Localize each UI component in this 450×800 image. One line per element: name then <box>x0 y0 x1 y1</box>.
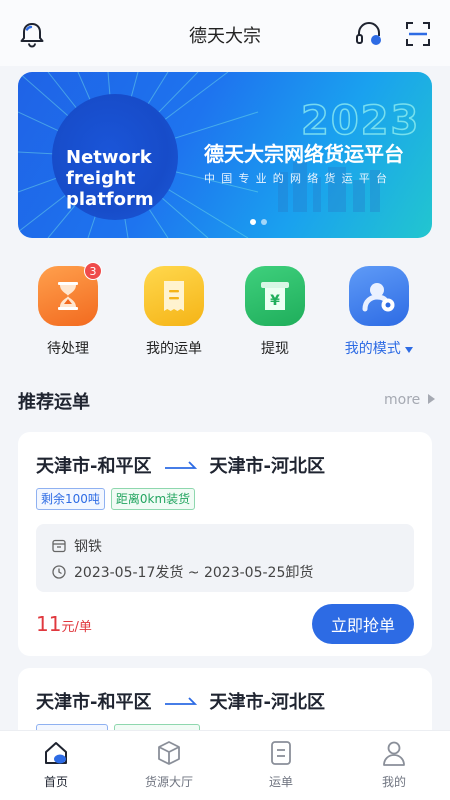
document-icon <box>271 741 291 765</box>
quick-my-waybills[interactable]: 我的运单 <box>134 266 214 358</box>
app-header: 德天大宗 <box>0 0 450 66</box>
tab-waybill-label: 运单 <box>268 775 293 789</box>
order-route: 天津市-和平区 天津市-河北区 <box>36 688 325 714</box>
quick-my-mode[interactable]: 我的模式 <box>339 266 419 358</box>
clock-icon <box>52 565 66 579</box>
tab-home[interactable]: 首页 <box>11 739 101 790</box>
route-arrow-icon <box>165 697 198 705</box>
tab-mine-label: 我的 <box>381 775 406 789</box>
schedule-row: 2023-05-17发货 ~ 2023-05-25卸货 <box>52 562 313 582</box>
route-origin: 天津市-和平区 <box>36 692 152 713</box>
waybill-icon <box>144 266 204 326</box>
banner-subtitle: 中国专业的网络货运平台 <box>204 172 394 185</box>
badge-line-2: freight <box>66 168 136 189</box>
route-destination: 天津市-河北区 <box>209 692 325 713</box>
carousel-dot[interactable] <box>250 219 256 225</box>
home-icon <box>45 742 67 764</box>
chevron-down-icon <box>405 347 414 353</box>
my-mode-text: 我的模式 <box>344 341 401 357</box>
tab-home-label: 首页 <box>43 775 68 789</box>
scan-icon[interactable] <box>404 20 432 48</box>
box-icon <box>158 741 180 765</box>
order-price: 11元/单 <box>36 612 92 636</box>
quick-my-waybills-label: 我的运单 <box>146 341 202 357</box>
price-unit: 元/单 <box>61 620 92 635</box>
carousel-indicator <box>250 219 267 225</box>
quick-pending[interactable]: 3 待处理 <box>28 262 108 358</box>
more-link[interactable]: more <box>384 392 435 408</box>
person-icon <box>383 741 405 766</box>
promo-banner[interactable]: Network freight platform 2023 德天大宗网络货运平台… <box>18 72 432 238</box>
cargo-name: 钢铁 <box>74 539 102 555</box>
tab-cargo-hall-label: 货源大厅 <box>144 775 193 789</box>
more-link-label: more <box>384 392 421 408</box>
route-origin: 天津市-和平区 <box>36 456 152 477</box>
route-arrow-icon <box>165 461 198 469</box>
withdraw-icon: ¥ <box>245 266 305 326</box>
grab-order-button[interactable]: 立即抢单 <box>312 604 414 644</box>
price-value: 11 <box>36 612 62 636</box>
order-route: 天津市-和平区 天津市-河北区 <box>36 452 325 478</box>
chevron-right-icon <box>427 394 435 404</box>
headset-icon[interactable] <box>354 20 384 48</box>
order-tags: 剩余100吨 距离0km装货 <box>36 488 196 510</box>
distance-tag: 距离0km装货 <box>110 488 196 510</box>
tab-mine[interactable]: 我的 <box>349 739 439 790</box>
route-destination: 天津市-河北区 <box>209 456 325 477</box>
cargo-box-icon <box>52 539 66 553</box>
quick-my-mode-label: 我的模式 <box>339 338 419 358</box>
banner-badge-text: Network freight platform <box>66 147 154 210</box>
pending-count-badge: 3 <box>84 262 102 280</box>
svg-text:¥: ¥ <box>270 293 280 309</box>
user-settings-icon <box>349 266 409 326</box>
badge-line-1: Network <box>66 147 152 168</box>
carousel-dot[interactable] <box>261 219 267 225</box>
quick-pending-label: 待处理 <box>47 341 89 357</box>
quick-withdraw-label: 提现 <box>261 341 289 357</box>
badge-line-3: platform <box>66 189 154 210</box>
order-card[interactable]: 天津市-和平区 天津市-河北区 剩余100吨 距离0km装货 钢铁 2023-0… <box>18 432 432 656</box>
bottom-tab-bar: 首页 货源大厅 运单 我的 <box>0 730 450 800</box>
quick-withdraw[interactable]: ¥ 提现 <box>235 266 315 358</box>
remaining-tag: 剩余100吨 <box>36 488 105 510</box>
section-title: 推荐运单 <box>18 392 90 413</box>
tab-waybill[interactable]: 运单 <box>236 739 326 790</box>
tab-cargo-hall[interactable]: 货源大厅 <box>124 739 214 790</box>
order-info-box: 钢铁 2023-05-17发货 ~ 2023-05-25卸货 <box>36 524 414 592</box>
hourglass-icon: 3 <box>38 262 102 326</box>
banner-title: 德天大宗网络货运平台 <box>204 142 404 166</box>
cargo-row: 钢铁 <box>52 536 102 556</box>
schedule-text: 2023-05-17发货 ~ 2023-05-25卸货 <box>74 565 314 581</box>
